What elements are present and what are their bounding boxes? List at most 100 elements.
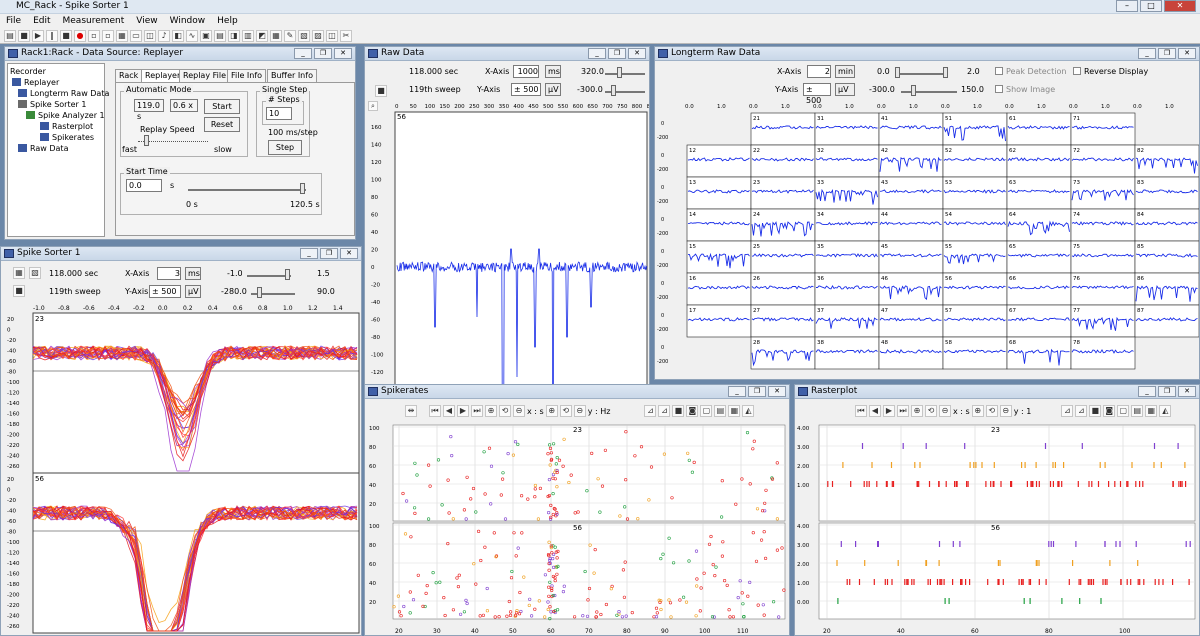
tool-icon[interactable]: ✎ <box>284 29 296 42</box>
tool-icon[interactable]: ▦ <box>116 29 128 42</box>
maximize-button[interactable]: □ <box>1140 0 1162 12</box>
zoom-out-icon[interactable]: ⊖ <box>999 405 1012 417</box>
sound-icon[interactable]: ♪ <box>158 29 170 42</box>
chart-icon[interactable]: ⊿ <box>644 405 657 417</box>
raw-yaxis-input[interactable]: ± 500 <box>511 83 541 96</box>
zoom-reset-icon[interactable]: ⟲ <box>559 405 572 417</box>
layout-icon[interactable]: ◭ <box>1159 405 1172 417</box>
zoom-in-icon[interactable]: ⊕ <box>911 405 923 417</box>
save-icon[interactable]: ■ <box>13 285 25 297</box>
panel-minimize-button[interactable]: _ <box>588 48 606 59</box>
zoom-in-icon[interactable]: ⊕ <box>545 405 558 417</box>
close-button[interactable]: ✕ <box>1164 0 1196 12</box>
menu-file[interactable]: File <box>6 16 21 26</box>
camera-icon[interactable]: ◙ <box>1103 405 1116 417</box>
tab-buffer-info[interactable]: Buffer Info <box>267 69 317 82</box>
tree-item-raw-data[interactable]: Raw Data <box>10 143 102 154</box>
prev-icon[interactable]: ◀ <box>869 405 881 417</box>
menu-view[interactable]: View <box>136 16 157 26</box>
start-time-input[interactable]: 0.0 <box>126 179 162 192</box>
save-icon[interactable]: ■ <box>672 405 685 417</box>
tool-icon[interactable]: ◩ <box>256 29 268 42</box>
menu-edit[interactable]: Edit <box>33 16 50 26</box>
spikerates-plot[interactable]: 100 80 60 40 20 100 80 60 40 20 20 30 40 50 60 70 80 90 10… <box>367 423 789 635</box>
menu-window[interactable]: Window <box>170 16 206 26</box>
stop-icon[interactable]: ■ <box>60 29 72 42</box>
layout-icon[interactable]: ▦ <box>1145 405 1158 417</box>
tool-icon[interactable]: ▥ <box>242 29 254 42</box>
panel-close-button[interactable]: ✕ <box>1178 48 1196 59</box>
view-icon[interactable]: ▦ <box>13 267 25 279</box>
panel-close-button[interactable]: ✕ <box>334 48 352 59</box>
tree-item-spike-analyzer[interactable]: Spike Analyzer 1 <box>10 110 105 121</box>
sorter-xunit[interactable]: ms <box>185 267 201 280</box>
save-icon[interactable]: ■ <box>1089 405 1102 417</box>
panel-restore-button[interactable]: ❐ <box>1158 48 1176 59</box>
tree-item-rasterplot[interactable]: Rasterplot <box>10 121 102 132</box>
start-time-slider[interactable] <box>188 189 306 191</box>
layout-icon[interactable]: ▤ <box>714 405 727 417</box>
layout-icon[interactable]: ▤ <box>1131 405 1144 417</box>
zoom-in-icon[interactable]: ⊕ <box>485 405 497 417</box>
panel-restore-button[interactable]: ❐ <box>320 248 338 259</box>
raw-xaxis-input[interactable]: 1000 <box>513 65 539 78</box>
lt-yunit[interactable]: µV <box>835 83 855 96</box>
panel-restore-button[interactable]: ❐ <box>314 48 332 59</box>
tool-icon[interactable]: ▭ <box>130 29 142 42</box>
zoom-reset-icon[interactable]: ⟲ <box>499 405 511 417</box>
lt-xaxis-input[interactable]: 2 <box>807 65 831 78</box>
tab-replay-file[interactable]: Replay File <box>179 69 230 82</box>
sorter-yunit[interactable]: µV <box>185 285 201 298</box>
scissors-icon[interactable]: ✂ <box>340 29 352 42</box>
panel-restore-button[interactable]: ❐ <box>748 386 766 397</box>
rasterplot-plot[interactable]: 4.00 3.00 2.00 1.00 4.00 3.00 2.00 1.00 0.00 20 40… <box>797 423 1199 635</box>
panel-close-button[interactable]: ✕ <box>340 248 358 259</box>
chart-icon[interactable]: ⊿ <box>658 405 671 417</box>
tree-item-spike-sorter[interactable]: Spike Sorter 1 <box>10 99 102 110</box>
reverse-display-checkbox[interactable]: Reverse Display <box>1073 67 1148 76</box>
minimize-button[interactable]: – <box>1116 0 1138 12</box>
zoom-out-icon[interactable]: ⊖ <box>939 405 951 417</box>
raw-yunit[interactable]: µV <box>545 83 561 96</box>
chart-icon[interactable]: ⊿ <box>1061 405 1074 417</box>
tool-icon[interactable]: ▦ <box>270 29 282 42</box>
panel-close-button[interactable]: ✕ <box>628 48 646 59</box>
tree-item-spikerates[interactable]: Spikerates <box>10 132 102 143</box>
raw-x-slider[interactable] <box>605 73 645 75</box>
layout-icon[interactable]: ▦ <box>728 405 741 417</box>
lt-xunit[interactable]: min <box>835 65 855 78</box>
panel-minimize-button[interactable]: _ <box>728 386 746 397</box>
tool-icon[interactable]: ▧ <box>298 29 310 42</box>
lt-y-slider[interactable] <box>901 91 957 93</box>
zoom-out-icon[interactable]: ⊖ <box>573 405 586 417</box>
sorter-xaxis-input[interactable]: 3 <box>157 267 181 280</box>
replay-speed-thumb[interactable] <box>144 135 149 146</box>
layout-icon[interactable]: ▢ <box>1117 405 1130 417</box>
sorter-yaxis-input[interactable]: ± 500 <box>149 285 181 298</box>
raw-y-thumb[interactable] <box>611 85 616 96</box>
first-icon[interactable]: ⏮ <box>429 405 441 417</box>
fit-icon[interactable]: ⇹ <box>405 405 417 417</box>
lt-x-thumb-right[interactable] <box>943 67 948 78</box>
panel-minimize-button[interactable]: _ <box>1138 386 1156 397</box>
zoom-reset-icon[interactable]: ⟲ <box>925 405 937 417</box>
pause-icon[interactable]: ‖ <box>46 29 58 42</box>
tree-item-longterm[interactable]: Longterm Raw Data <box>10 88 109 99</box>
layout-icon[interactable]: ▢ <box>700 405 713 417</box>
spike-sorter-plot[interactable]: -1.0 -0.8 -0.6 -0.4 -0.2 0.0 0.2 0.4 0.6 0.8 1.0 1.… <box>5 303 361 635</box>
tab-replayer[interactable]: Replayer <box>141 69 185 82</box>
panel-minimize-button[interactable]: _ <box>294 48 312 59</box>
chart-icon[interactable]: ⊿ <box>1075 405 1088 417</box>
save-icon[interactable]: ■ <box>18 29 30 42</box>
raw-x-thumb[interactable] <box>617 67 622 78</box>
zoom-in-icon[interactable]: ⊕ <box>971 405 984 417</box>
tree-item-recorder[interactable]: Recorder <box>10 66 102 77</box>
next-icon[interactable]: ▶ <box>457 405 469 417</box>
tab-rack[interactable]: Rack <box>115 69 143 82</box>
lt-y-thumb[interactable] <box>911 85 916 96</box>
panel-restore-button[interactable]: ❐ <box>608 48 626 59</box>
camera-icon[interactable]: ◙ <box>686 405 699 417</box>
tool-icon[interactable]: ◫ <box>144 29 156 42</box>
panel-close-button[interactable]: ✕ <box>1178 386 1196 397</box>
menu-help[interactable]: Help <box>217 16 238 26</box>
